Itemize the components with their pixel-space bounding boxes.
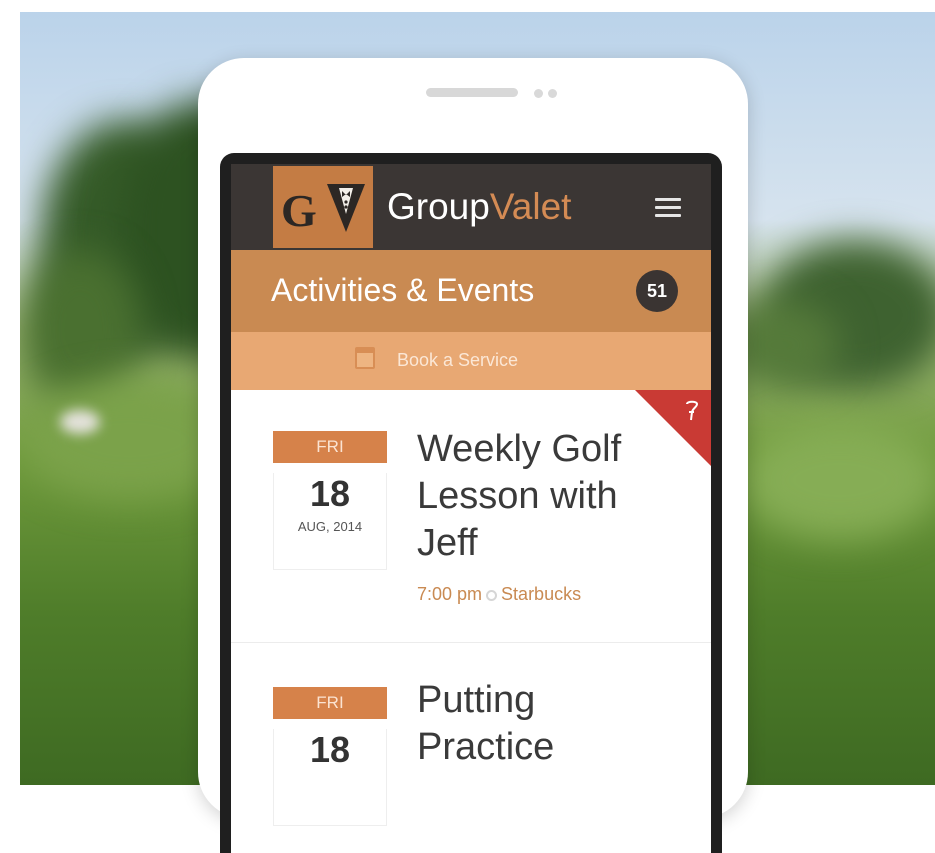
phone-speaker (426, 88, 518, 97)
location-pin-icon (486, 589, 498, 601)
event-time: 7:00 pm (417, 584, 483, 604)
phone-sensor (534, 89, 543, 98)
event-date-number: 18 (309, 473, 351, 514)
image-border-left (0, 0, 20, 785)
event-location[interactable]: Starbucks (501, 584, 581, 604)
logo-g-letter: G (281, 185, 317, 236)
event-title[interactable]: Putting Practice (417, 677, 677, 771)
event-date: FRI 18 (273, 687, 387, 826)
event-date-card: 18 (273, 729, 387, 826)
book-service-button[interactable]: Book a Service (231, 332, 711, 390)
brand-name: GroupValet (387, 186, 571, 228)
image-border-top (0, 0, 935, 12)
event-day: FRI (273, 687, 387, 719)
calendar-icon (355, 347, 375, 369)
event-date-number: 18 (309, 729, 351, 770)
logo[interactable]: G (273, 166, 373, 248)
golf-tee-icon (686, 400, 699, 421)
event-meta: 7:00 pm Starbucks (417, 584, 581, 605)
section-title: Activities & Events (271, 272, 535, 308)
brand-accent: Valet (489, 186, 572, 227)
phone-screen: G GroupValet Activities & Events 51 Book… (220, 153, 722, 853)
brand-primary: Group (387, 186, 490, 227)
phone-frame: G GroupValet Activities & Events 51 Book… (198, 58, 748, 853)
app-view: G GroupValet Activities & Events 51 Book… (231, 164, 711, 853)
event-day: FRI (273, 431, 387, 463)
event-count-badge: 51 (636, 270, 678, 312)
hamburger-menu-icon[interactable] (655, 198, 681, 218)
app-header: G GroupValet (231, 164, 711, 250)
book-service-label: Book a Service (397, 350, 519, 370)
event-month-year: AUG, 2014 (297, 519, 363, 534)
phone-camera (548, 89, 557, 98)
event-date-card: 18 AUG, 2014 (273, 473, 387, 570)
event-title[interactable]: Weekly Golf Lesson with Jeff (417, 426, 677, 567)
section-header: Activities & Events 51 (231, 250, 711, 332)
event-item[interactable]: FRI 18 AUG, 2014 Weekly Golf Lesson with… (231, 390, 711, 642)
event-item[interactable]: FRI 18 Putting Practice (231, 642, 711, 853)
event-date: FRI 18 AUG, 2014 (273, 431, 387, 570)
valet-tuxedo-icon (327, 184, 365, 232)
